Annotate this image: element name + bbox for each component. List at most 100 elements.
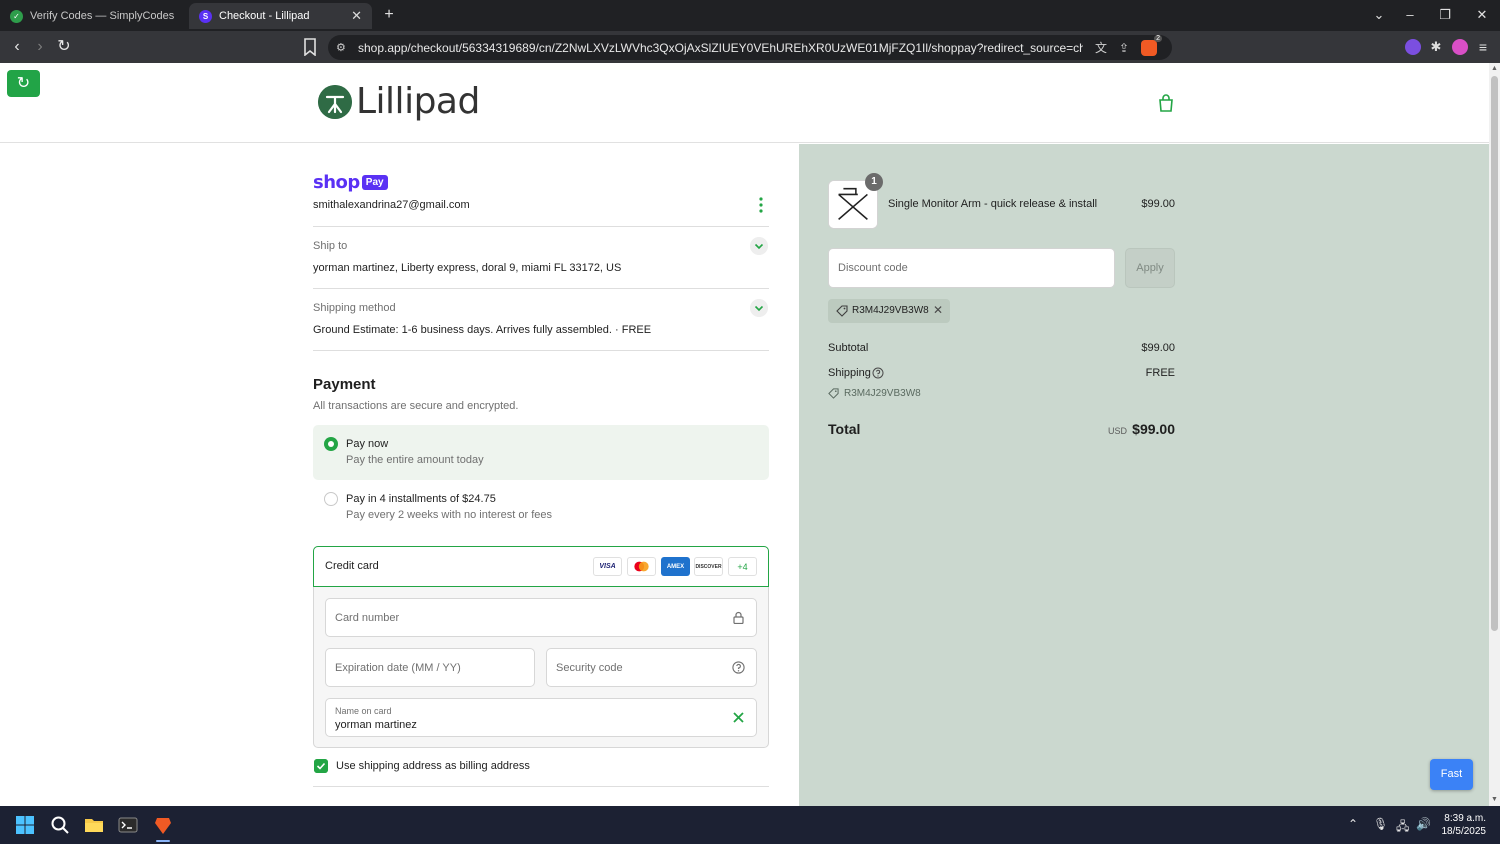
security-code-input[interactable]: Security code	[546, 648, 757, 687]
translate-icon[interactable]: 文	[1095, 39, 1107, 56]
site-info-icon[interactable]: ⚙	[336, 41, 350, 54]
shopping-bag-icon[interactable]	[1158, 94, 1174, 112]
pay-now-radio[interactable]	[324, 437, 338, 451]
brave-shield-icon[interactable]: 2	[1141, 34, 1163, 56]
share-icon[interactable]: ⇪	[1119, 41, 1129, 55]
file-explorer-icon[interactable]	[84, 815, 104, 835]
clear-x-icon[interactable]	[732, 711, 745, 724]
name-on-card-value[interactable]: yorman martinez	[335, 719, 417, 731]
tab-search-chevron-icon[interactable]: ⌄	[1369, 6, 1389, 24]
ship-to-label: Ship to	[313, 240, 348, 252]
billing-same-label[interactable]: Use shipping address as billing address	[336, 760, 530, 772]
browser-tab-bar: ✓ Verify Codes — SimplyCodes S Checkout …	[0, 0, 1500, 31]
active-app-indicator	[156, 840, 170, 842]
page-scrollbar[interactable]: ▲ ▼	[1489, 63, 1500, 806]
pay-in-4-radio[interactable]	[324, 492, 338, 506]
subtotal-value: $99.00	[1141, 342, 1175, 354]
url-text[interactable]: shop.app/checkout/56334319689/cn/Z2NwLXV…	[358, 41, 1083, 55]
menu-icon[interactable]: ≡	[1475, 39, 1491, 55]
name-on-card-label: Name on card	[335, 706, 392, 716]
more-card-brands-badge: +4	[728, 557, 757, 576]
clock-time: 8:39 a.m.	[1444, 813, 1486, 824]
divider	[313, 350, 769, 351]
option-title: Pay in 4 installments of $24.75	[346, 493, 496, 505]
forward-button[interactable]: ›	[30, 37, 50, 57]
tab-checkout[interactable]: S Checkout - Lillipad ✕	[189, 3, 372, 29]
minimize-button[interactable]: –	[1400, 6, 1420, 24]
card-number-input[interactable]: Card number	[325, 598, 757, 637]
close-tab-icon[interactable]: ✕	[351, 8, 362, 24]
option-subtitle: Pay every 2 weeks with no interest or fe…	[346, 509, 553, 521]
search-icon[interactable]	[50, 815, 70, 835]
help-circle-icon[interactable]	[732, 661, 745, 674]
option-subtitle: Pay the entire amount today	[346, 454, 484, 466]
total-currency: USD	[1107, 426, 1127, 436]
reload-button[interactable]: ↻	[54, 37, 74, 57]
shipping-method-chevron-down-icon[interactable]	[750, 299, 768, 317]
pay-now-option[interactable]: Pay now Pay the entire amount today	[313, 425, 769, 480]
shipping-help-icon[interactable]	[872, 367, 884, 379]
pay-in-4-option[interactable]: Pay in 4 installments of $24.75 Pay ever…	[313, 480, 769, 535]
tab-verify-codes[interactable]: ✓ Verify Codes — SimplyCodes	[0, 3, 186, 29]
discount-line-code: R3M4J29VB3W8	[844, 388, 921, 399]
lillipad-logo[interactable]: Lillipad	[318, 81, 480, 122]
scrollbar-thumb[interactable]	[1491, 76, 1498, 631]
name-on-card-input[interactable]: Name on card yorman martinez	[325, 698, 757, 737]
restore-button[interactable]: ❐	[1435, 6, 1455, 24]
divider	[313, 288, 769, 289]
discount-code-placeholder: Discount code	[838, 262, 908, 274]
apply-button[interactable]: Apply	[1125, 248, 1175, 288]
shipping-value: FREE	[1145, 367, 1175, 379]
profile-icon[interactable]	[1452, 39, 1468, 55]
total-label: Total	[828, 421, 861, 437]
brand-name: Lillipad	[356, 81, 480, 122]
tag-icon	[828, 388, 839, 399]
payment-subtitle: All transactions are secure and encrypte…	[313, 400, 519, 412]
terminal-icon[interactable]	[118, 815, 138, 835]
address-bar[interactable]: ⚙ shop.app/checkout/56334319689/cn/Z2NwL…	[328, 34, 1172, 60]
discover-icon: DISCOVER	[694, 557, 723, 576]
card-number-placeholder: Card number	[335, 612, 400, 624]
back-button[interactable]: ‹	[7, 37, 27, 57]
discount-code-input[interactable]: Discount code	[828, 248, 1115, 288]
shop-pay-logo: shop Pay	[313, 172, 388, 193]
extensions-puzzle-icon[interactable]: ✱	[1428, 39, 1444, 55]
refresh-extension-button[interactable]: ↻	[7, 70, 40, 97]
windows-taskbar: ⌃ 🎙 🖧 🔊 8:39 a.m. 18/5/2025	[0, 806, 1500, 844]
bookmark-icon[interactable]	[302, 38, 318, 56]
more-options-icon[interactable]	[759, 197, 763, 213]
mastercard-icon	[627, 557, 656, 576]
tab-title: Checkout - Lillipad	[219, 10, 310, 22]
order-summary: 1 Single Monitor Arm - quick release & i…	[799, 144, 1489, 806]
expiration-date-input[interactable]: Expiration date (MM / YY)	[325, 648, 535, 687]
pay-badge: Pay	[361, 175, 388, 190]
lillipad-logo-icon	[318, 84, 352, 119]
system-clock[interactable]: 8:39 a.m. 18/5/2025	[1438, 812, 1487, 838]
close-window-button[interactable]: ✕	[1472, 6, 1492, 24]
credit-card-header[interactable]: Credit card VISA AMEX DISCOVER +4	[313, 546, 769, 587]
store-header: Lillipad	[0, 63, 1489, 143]
scroll-up-icon[interactable]: ▲	[1491, 65, 1498, 72]
ship-to-chevron-down-icon[interactable]	[750, 237, 768, 255]
clock-date: 18/5/2025	[1441, 826, 1487, 837]
network-icon[interactable]: 🖧	[1396, 817, 1409, 838]
remove-discount-icon[interactable]: ✕	[933, 303, 943, 317]
brave-browser-icon[interactable]	[153, 815, 173, 835]
windows-start-icon[interactable]	[15, 815, 35, 835]
fast-button[interactable]: Fast	[1430, 759, 1473, 790]
new-tab-button[interactable]: +	[380, 6, 398, 24]
account-email: smithalexandrina27@gmail.com	[313, 199, 470, 211]
divider	[313, 226, 769, 227]
divider	[313, 786, 769, 787]
show-hidden-icons-chevron-icon[interactable]: ⌃	[1348, 817, 1358, 831]
extension-icon[interactable]	[1405, 39, 1421, 55]
scroll-down-icon[interactable]: ▼	[1491, 796, 1498, 803]
billing-same-checkbox[interactable]	[314, 759, 328, 773]
volume-icon[interactable]: 🔊	[1416, 817, 1431, 831]
quantity-badge: 1	[865, 173, 883, 191]
shipping-label: Shipping	[828, 367, 871, 379]
credit-card-label: Credit card	[325, 560, 379, 572]
checkout-page: Lillipad ↻ shop Pay smithalexandrina27@g…	[0, 63, 1489, 806]
microphone-icon[interactable]: 🎙	[1373, 817, 1388, 831]
security-code-placeholder: Security code	[556, 662, 623, 674]
